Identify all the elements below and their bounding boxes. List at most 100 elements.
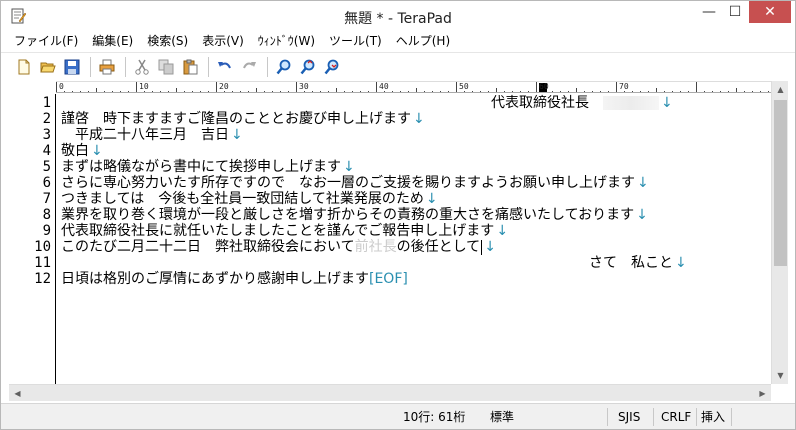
menu-view[interactable]: 表示(V) bbox=[195, 31, 251, 52]
horizontal-scrollbar[interactable]: ◀ ▶ bbox=[9, 384, 771, 401]
search-button[interactable] bbox=[273, 56, 295, 78]
line-number: 7 bbox=[42, 191, 51, 207]
line-text: 日頃は格別のご厚情にあずかり感謝申し上げます bbox=[61, 271, 369, 287]
ruler-ticks bbox=[56, 82, 769, 92]
scroll-down-arrow[interactable]: ▼ bbox=[772, 367, 789, 384]
text-line: 敬白 ↓ bbox=[61, 143, 103, 159]
menu-help[interactable]: ヘルプ(H) bbox=[389, 31, 457, 52]
newline-mark: ↓ bbox=[231, 127, 243, 143]
text-line: 謹啓 時下ますますご隆昌のこととお慶び申し上げます ↓ bbox=[61, 111, 425, 127]
new-file-button[interactable] bbox=[13, 56, 35, 78]
undo-icon bbox=[218, 61, 231, 68]
line-number: 8 bbox=[42, 207, 51, 223]
vertical-scrollbar[interactable]: ▲ ▼ bbox=[771, 81, 788, 384]
redacted-text: 前社長 bbox=[354, 239, 397, 255]
line-number: 2 bbox=[42, 111, 51, 127]
scroll-left-arrow[interactable]: ◀ bbox=[9, 385, 26, 402]
status-bar: 10行: 61桁 標準 SJIS CRLF 挿入 bbox=[1, 403, 795, 429]
line-number: 10 bbox=[34, 239, 51, 255]
search-prev-icon bbox=[300, 59, 315, 74]
line-text: 謹啓 時下ますますご隆昌のこととお慶び申し上げます bbox=[61, 111, 411, 127]
line-text: このたび二月二十二日 弊社取締役会において bbox=[61, 239, 355, 255]
toolbar-separator bbox=[90, 56, 91, 77]
text-line: 代表取締役社長 ↓ bbox=[491, 95, 673, 111]
ruler-label: 0 bbox=[59, 82, 64, 91]
display-mode: 標準 bbox=[490, 410, 515, 424]
ruler-label: 30 bbox=[299, 82, 309, 91]
line-number-gutter: 1 2 3 4 5 6 7 8 9 10 11 12 bbox=[9, 94, 56, 384]
new-file-icon bbox=[18, 59, 30, 74]
print-button[interactable] bbox=[96, 56, 118, 78]
line-number: 3 bbox=[42, 127, 51, 143]
close-button[interactable]: ✕ bbox=[749, 1, 791, 23]
open-button[interactable] bbox=[37, 56, 59, 78]
menu-tools[interactable]: ツール(T) bbox=[322, 31, 389, 52]
line-text: 代表取締役社長 bbox=[491, 95, 603, 111]
ruler-label: 20 bbox=[219, 82, 229, 91]
cut-button[interactable] bbox=[131, 56, 153, 78]
line-number: 1 bbox=[42, 95, 51, 111]
ruler-label: 70 bbox=[619, 82, 629, 91]
line-text: まずは略儀ながら書中にて挨拶申し上げます bbox=[61, 159, 341, 175]
scroll-thumb[interactable] bbox=[774, 100, 787, 266]
menu-edit[interactable]: 編集(E) bbox=[85, 31, 140, 52]
line-number: 12 bbox=[34, 271, 51, 287]
newline-mark: ↓ bbox=[484, 239, 496, 255]
newline-mark: ↓ bbox=[661, 95, 673, 111]
maximize-button[interactable]: ☐ bbox=[721, 1, 749, 23]
print-icon bbox=[99, 59, 115, 74]
newline-mark: ↓ bbox=[91, 143, 103, 159]
line-text: つきましては 今後も全社員一致団結して社業発展のため bbox=[61, 191, 424, 207]
status-divider bbox=[653, 408, 654, 426]
line-text: 平成二十八年三月 吉日 bbox=[61, 127, 229, 143]
save-button[interactable] bbox=[61, 56, 83, 78]
line-number: 9 bbox=[42, 223, 51, 239]
scroll-right-arrow[interactable]: ▶ bbox=[754, 385, 771, 402]
toolbar bbox=[1, 52, 795, 80]
newline-mark: ↓ bbox=[496, 223, 509, 239]
open-folder-icon bbox=[40, 62, 56, 72]
status-divider bbox=[607, 408, 608, 426]
search-prev-button[interactable] bbox=[297, 56, 319, 78]
ruler-label: 60 bbox=[539, 82, 549, 91]
text-line: 代表取締役社長に就任いたしましたことを謹んでご報告申し上げます ↓ bbox=[61, 223, 508, 239]
status-divider bbox=[731, 408, 732, 426]
copy-icon bbox=[158, 59, 174, 74]
text-line: まずは略儀ながら書中にて挨拶申し上げます ↓ bbox=[61, 159, 355, 175]
newline-mark: ↓ bbox=[637, 175, 649, 191]
text-line: 日頃は格別のご厚情にあずかり感謝申し上げます[EOF] bbox=[61, 271, 408, 287]
line-text: 敬白 bbox=[61, 143, 89, 159]
ruler-label: 10 bbox=[139, 82, 149, 91]
minimize-button[interactable]: — bbox=[695, 1, 723, 23]
undo-button[interactable] bbox=[214, 56, 236, 78]
line-ending[interactable]: CRLF bbox=[661, 409, 691, 425]
menu-file[interactable]: ファイル(F) bbox=[7, 31, 85, 52]
toolbar-separator bbox=[125, 56, 126, 77]
text-caret bbox=[481, 239, 483, 255]
search-icon bbox=[276, 59, 291, 74]
copy-button[interactable] bbox=[155, 56, 177, 78]
ruler-label: 50 bbox=[459, 82, 469, 91]
terapad-window: 無題 * - TeraPad — ☐ ✕ ファイル(F) 編集(E) 検索(S)… bbox=[0, 0, 796, 430]
search-next-icon bbox=[324, 59, 339, 74]
menu-search[interactable]: 検索(S) bbox=[140, 31, 195, 52]
redo-button[interactable] bbox=[238, 56, 260, 78]
insert-mode[interactable]: 挿入 bbox=[701, 409, 725, 425]
text-area[interactable]: 代表取締役社長 ↓ 謹啓 時下ますますご隆昌のこととお慶び申し上げます ↓ 平成二… bbox=[61, 94, 771, 384]
window-title: 無題 * - TeraPad bbox=[344, 11, 452, 27]
text-line: 業界を取り巻く環境が一段と厳しさを増す折からその責務の重大さを痛感いたしておりま… bbox=[61, 207, 648, 223]
paste-icon bbox=[183, 59, 198, 74]
search-next-button[interactable] bbox=[321, 56, 343, 78]
redacted-name bbox=[603, 96, 659, 110]
menu-window[interactable]: ｳｨﾝﾄﾞｳ(W) bbox=[251, 31, 322, 52]
line-text: 代表取締役社長に就任いたしましたことを謹んでご報告申し上げます bbox=[61, 223, 495, 239]
editor[interactable]: 1 2 3 4 5 6 7 8 9 10 11 12 代表取締役社長 ↓ 謹啓 … bbox=[9, 94, 771, 384]
text-line: さて 私こと ↓ bbox=[589, 255, 687, 271]
encoding[interactable]: SJIS bbox=[618, 409, 640, 425]
paste-button[interactable] bbox=[179, 56, 201, 78]
save-icon bbox=[64, 59, 80, 74]
newline-mark: ↓ bbox=[675, 255, 687, 271]
cut-icon bbox=[135, 59, 149, 75]
text-line: さらに専心努力いたす所存ですので なお一層のご支援を賜りますようお願い申し上げま… bbox=[61, 175, 649, 191]
scroll-up-arrow[interactable]: ▲ bbox=[772, 81, 789, 98]
